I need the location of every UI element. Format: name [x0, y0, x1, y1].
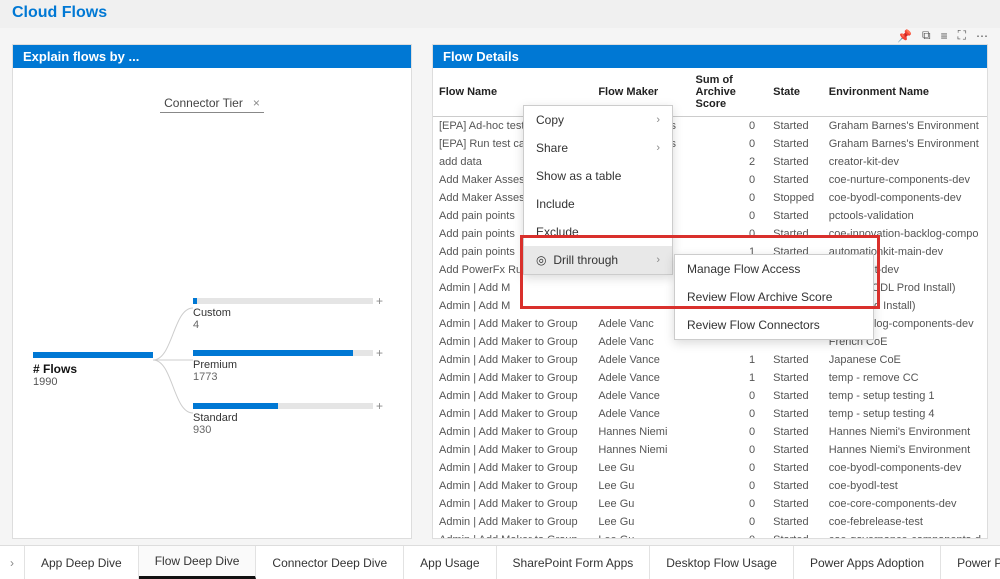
root-node-flows[interactable]: # Flows 1990: [33, 352, 153, 388]
menu-show-table[interactable]: Show as a table: [524, 162, 672, 190]
table-row[interactable]: [EPA] Ad-hoc test case runGraham Barnes0…: [433, 117, 987, 136]
tab-connector-deep-dive[interactable]: Connector Deep Dive: [256, 546, 404, 579]
col-archive-score[interactable]: Sum of Archive Score: [690, 68, 768, 117]
table-row[interactable]: Add Maker Asses0Startedcoe-nurture-compo…: [433, 171, 987, 189]
table-row[interactable]: Admin | Add Maker to GroupAdele Vance1St…: [433, 351, 987, 369]
table-row[interactable]: Admin | Add Maker to GroupLee Gu0Started…: [433, 459, 987, 477]
expand-icon[interactable]: +: [376, 294, 383, 308]
table-row[interactable]: Admin | Add Maker to GroupAdele Vance0St…: [433, 405, 987, 423]
child-label: Standard: [193, 412, 373, 424]
drill-icon: ◎: [536, 253, 550, 267]
flow-details-panel: Flow Details Flow Name Flow Maker Sum of…: [432, 44, 988, 539]
page-title: Cloud Flows: [0, 0, 1000, 28]
child-node-standard[interactable]: Standard930+: [193, 403, 373, 436]
col-state[interactable]: State: [767, 68, 823, 117]
expand-icon[interactable]: +: [376, 346, 383, 360]
child-value: 1773: [193, 371, 373, 383]
submenu-manage-flow-access[interactable]: Manage Flow Access: [675, 255, 873, 283]
table-row[interactable]: add dataMario Rogers2Startedcreator-kit-…: [433, 153, 987, 171]
expand-icon[interactable]: +: [376, 399, 383, 413]
flow-details-header: Flow Details: [433, 45, 987, 68]
child-value: 930: [193, 424, 373, 436]
tab-power-platform-yoy-adopti[interactable]: Power Platform YoY Adopti: [941, 546, 1000, 579]
table-row[interactable]: Admin | Add Maker to GroupLee Gu0Started…: [433, 513, 987, 531]
menu-drill-through[interactable]: ◎ Drill through ›: [524, 246, 672, 274]
tab-flow-deep-dive[interactable]: Flow Deep Dive: [139, 546, 257, 579]
tab-scroll-left[interactable]: ›: [0, 546, 25, 579]
root-label: # Flows: [33, 362, 153, 376]
menu-share[interactable]: Share›: [524, 134, 672, 162]
tab-desktop-flow-usage[interactable]: Desktop Flow Usage: [650, 546, 794, 579]
chip-label: Connector Tier: [164, 96, 243, 110]
child-node-custom[interactable]: Custom4+: [193, 298, 373, 331]
table-row[interactable]: Add pain points0Startedcoe-innovation-ba…: [433, 225, 987, 243]
table-row[interactable]: Admin | Add Maker to GroupLee Gu0Started…: [433, 531, 987, 538]
child-node-premium[interactable]: Premium1773+: [193, 350, 373, 383]
context-menu[interactable]: Copy› Share› Show as a table Include Exc…: [523, 105, 673, 275]
col-env-name[interactable]: Environment Name: [823, 68, 987, 117]
close-icon[interactable]: ×: [253, 96, 260, 110]
tab-power-apps-adoption[interactable]: Power Apps Adoption: [794, 546, 941, 579]
table-row[interactable]: Admin | Add Maker to GroupLee Gu0Started…: [433, 495, 987, 513]
explain-flows-header: Explain flows by ...: [13, 45, 411, 68]
menu-copy[interactable]: Copy›: [524, 106, 672, 134]
submenu-review-flow-connectors[interactable]: Review Flow Connectors: [675, 311, 873, 339]
connector-tier-chip[interactable]: Connector Tier ×: [160, 94, 264, 113]
report-tabs[interactable]: › App Deep DiveFlow Deep DiveConnector D…: [0, 545, 1000, 579]
submenu-review-archive-score[interactable]: Review Flow Archive Score: [675, 283, 873, 311]
table-row[interactable]: Add pain pointsrator0Startedpctools-vali…: [433, 207, 987, 225]
table-row[interactable]: Admin | Add Maker to GroupHannes Niemi0S…: [433, 441, 987, 459]
menu-include[interactable]: Include: [524, 190, 672, 218]
table-row[interactable]: Add Maker Asses0Stoppedcoe-byodl-compone…: [433, 189, 987, 207]
tab-app-usage[interactable]: App Usage: [404, 546, 496, 579]
menu-exclude[interactable]: Exclude: [524, 218, 672, 246]
table-row[interactable]: Admin | Add Maker to GroupLee Gu0Started…: [433, 477, 987, 495]
drill-through-submenu[interactable]: Manage Flow Access Review Flow Archive S…: [674, 254, 874, 340]
table-row[interactable]: [EPA] Run test cases (child)Graham Barne…: [433, 135, 987, 153]
tab-sharepoint-form-apps[interactable]: SharePoint Form Apps: [497, 546, 651, 579]
child-label: Custom: [193, 307, 373, 319]
child-value: 4: [193, 319, 373, 331]
explain-flows-panel: Explain flows by ... Connector Tier × # …: [12, 44, 412, 539]
root-value: 1990: [33, 376, 153, 388]
tab-app-deep-dive[interactable]: App Deep Dive: [25, 546, 139, 579]
child-label: Premium: [193, 359, 373, 371]
table-row[interactable]: Admin | Add Maker to GroupAdele Vance0St…: [433, 387, 987, 405]
table-row[interactable]: Admin | Add Maker to GroupAdele Vance1St…: [433, 369, 987, 387]
table-row[interactable]: Admin | Add Maker to GroupHannes Niemi0S…: [433, 423, 987, 441]
